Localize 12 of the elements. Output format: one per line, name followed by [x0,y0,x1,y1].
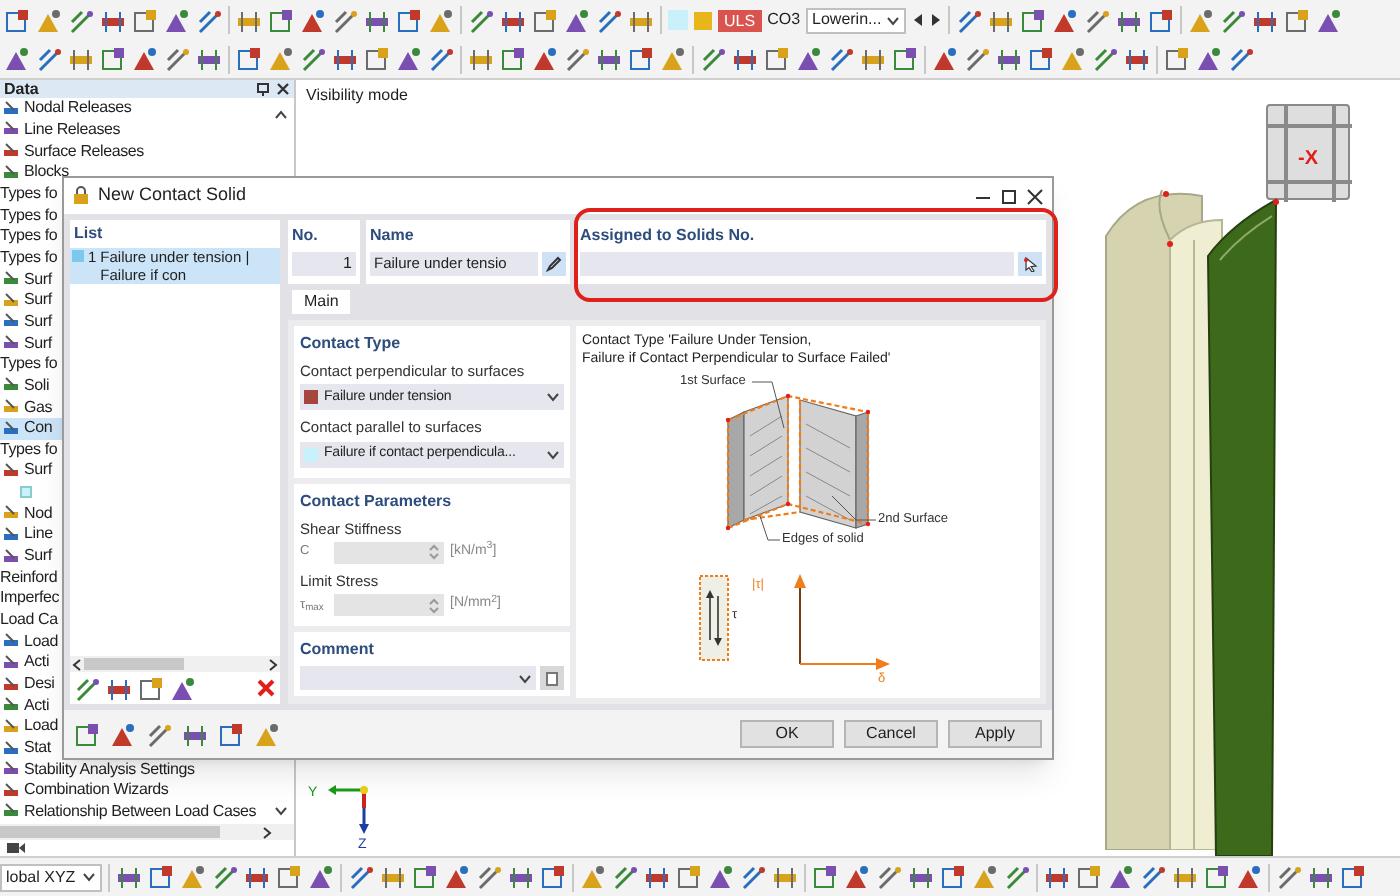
field-label: No. [292,224,320,248]
list-header: List [72,222,105,246]
combination-label: CO3 [767,8,801,32]
dialog-title: New Contact Solid [98,182,249,209]
load-type-badge: ULS [718,9,762,31]
view-mode-label: Visibility mode [306,84,408,108]
group-title: Comment [300,638,376,662]
field-label: Name [370,224,416,248]
field-label: Assigned to Solids No. [580,224,757,248]
group-title: Contact Type [300,332,403,356]
group-title: Contact Parameters [300,489,454,513]
panel-title: Data [4,77,41,100]
